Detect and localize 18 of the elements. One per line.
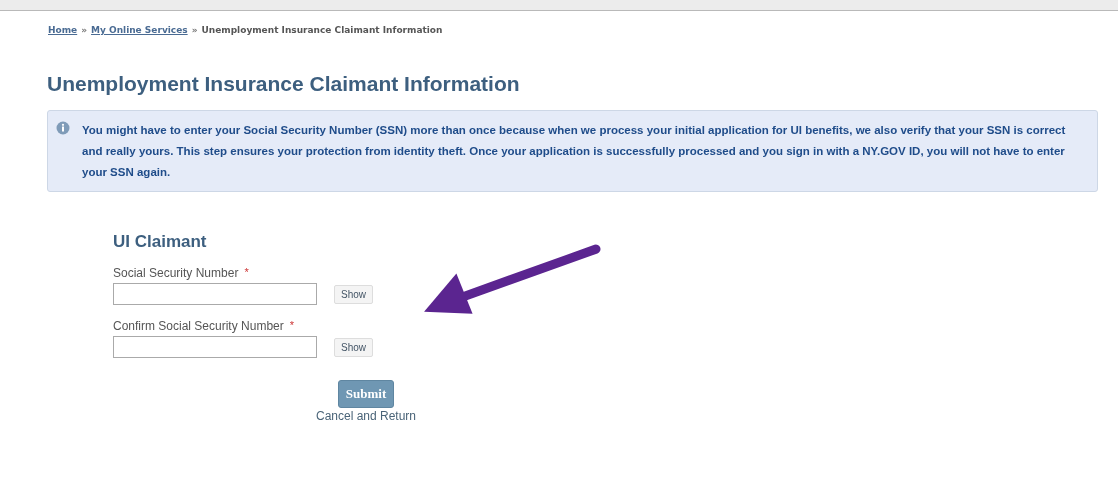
page-title: Unemployment Insurance Claimant Information — [47, 72, 521, 96]
required-mark: * — [289, 319, 294, 333]
show-button[interactable]: Show — [334, 284, 373, 304]
required-mark: * — [244, 266, 249, 280]
breadcrumb-link[interactable]: My Online Services — [91, 25, 188, 35]
field-label: Social Security Number — [113, 266, 239, 280]
info-icon — [56, 121, 70, 135]
breadcrumb-separator: » — [81, 25, 88, 35]
breadcrumb-current: Unemployment Insurance Claimant Information — [201, 25, 443, 35]
section-heading: UI Claimant — [113, 232, 208, 252]
input-field[interactable] — [113, 283, 317, 305]
info-text: You might have to enter your Social Security Number (SSN) more than once because when we process your initial application for UI benefits, we also verify that your SSN is correct and really yours. This step ensures your protection from identity theft. Once your application is successfully processed and you sign in with a NY.GOV ID, you will not have to enter your SSN again. — [82, 123, 1067, 180]
input-field[interactable] — [113, 336, 317, 358]
cancel-link[interactable]: Cancel and Return — [315, 409, 417, 423]
field-label: Confirm Social Security Number — [113, 319, 284, 333]
show-button[interactable]: Show — [334, 337, 373, 357]
breadcrumb-separator: » — [191, 25, 198, 35]
breadcrumb-link[interactable]: Home — [48, 25, 78, 35]
